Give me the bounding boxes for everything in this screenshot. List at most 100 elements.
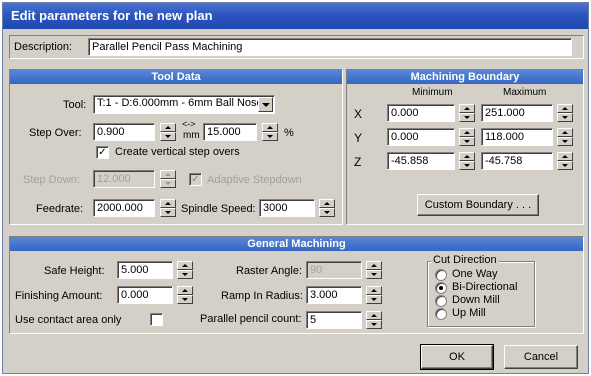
boundary-x-min-input[interactable]: 0.000 [387, 104, 455, 122]
spin-up-icon[interactable] [366, 261, 382, 270]
minimum-column-label: Minimum [412, 87, 453, 98]
step-over-percent-input[interactable]: 15.000 [203, 123, 257, 141]
cut-up-mill-radio[interactable] [435, 308, 447, 320]
boundary-z-min-spinner[interactable] [459, 152, 475, 170]
spin-down-icon[interactable] [557, 113, 573, 122]
finishing-amount-spinner[interactable] [177, 286, 193, 304]
cut-one-way-radio[interactable] [435, 269, 447, 281]
spin-up-icon[interactable] [177, 286, 193, 295]
safe-height-input[interactable]: 5.000 [117, 261, 173, 279]
feedrate-spinner[interactable] [160, 199, 176, 217]
safe-height-spinner[interactable] [177, 261, 193, 279]
raster-angle-label: Raster Angle: [236, 265, 303, 277]
boundary-x-max-input[interactable]: 251.000 [481, 104, 553, 122]
boundary-y-min-spinner[interactable] [459, 128, 475, 146]
spin-up-icon[interactable] [459, 152, 475, 161]
spin-down-icon[interactable] [557, 137, 573, 146]
raster-angle-input[interactable]: 90 [306, 261, 362, 279]
ok-button[interactable]: OK [420, 344, 494, 370]
spin-down-icon[interactable] [366, 270, 382, 279]
boundary-y-max-spinner[interactable] [557, 128, 573, 146]
cut-direction-title: Cut Direction [431, 254, 499, 266]
cut-bi-directional-label: Bi-Directional [452, 281, 518, 293]
cancel-button[interactable]: Cancel [504, 345, 578, 369]
mm-unit-label: mm [183, 130, 200, 141]
spin-up-icon[interactable] [459, 128, 475, 137]
spin-down-icon[interactable] [459, 113, 475, 122]
spin-down-icon[interactable] [160, 179, 176, 188]
step-over-spinner[interactable] [160, 123, 176, 141]
parallel-pencil-count-spinner[interactable] [366, 311, 382, 329]
spin-up-icon[interactable] [160, 170, 176, 179]
finishing-amount-label: Finishing Amount: [15, 290, 103, 302]
cut-bi-directional-radio[interactable] [435, 282, 447, 294]
chevron-down-icon[interactable] [258, 97, 273, 112]
maximum-column-label: Maximum [503, 87, 547, 98]
tool-select-value: T:1 - D:6.000mm - 6mm Ball Nose [97, 97, 263, 109]
spin-down-icon[interactable] [459, 137, 475, 146]
boundary-z-max-input[interactable]: -45.758 [481, 152, 553, 170]
contact-area-label: Use contact area only [15, 314, 122, 326]
boundary-y-max-input[interactable]: 118.000 [481, 128, 553, 146]
spin-up-icon[interactable] [160, 199, 176, 208]
spin-down-icon[interactable] [459, 161, 475, 170]
spin-up-icon[interactable] [262, 123, 278, 132]
spin-down-icon[interactable] [177, 295, 193, 304]
spin-up-icon[interactable] [459, 104, 475, 113]
description-label: Description: [14, 41, 73, 53]
ramp-in-radius-label: Ramp In Radius: [221, 290, 303, 302]
spin-up-icon[interactable] [366, 286, 382, 295]
spindle-speed-input[interactable]: 3000 [259, 199, 315, 217]
spindle-speed-label: Spindle Speed: [181, 203, 256, 215]
spin-down-icon[interactable] [319, 208, 335, 217]
mm-arrows-icon: <-> [182, 119, 196, 129]
description-input[interactable]: Parallel Pencil Pass Machining [88, 38, 572, 56]
boundary-z-max-spinner[interactable] [557, 152, 573, 170]
step-over-percent-spinner[interactable] [262, 123, 278, 141]
step-over-input[interactable]: 0.900 [93, 123, 155, 141]
finishing-amount-input[interactable]: 0.000 [117, 286, 173, 304]
title-bar: Edit parameters for the new plan [3, 3, 588, 29]
ramp-in-radius-spinner[interactable] [366, 286, 382, 304]
spin-down-icon[interactable] [160, 132, 176, 141]
step-down-input[interactable]: 12.000 [93, 170, 155, 188]
boundary-x-min-spinner[interactable] [459, 104, 475, 122]
spin-down-icon[interactable] [557, 161, 573, 170]
machining-boundary-header: Machining Boundary [347, 70, 583, 84]
boundary-z-min-input[interactable]: -45.858 [387, 152, 455, 170]
custom-boundary-button[interactable]: Custom Boundary . . . [417, 194, 539, 216]
spin-up-icon[interactable] [160, 123, 176, 132]
vertical-step-label: Create vertical step overs [115, 146, 240, 158]
ramp-in-radius-input[interactable]: 3.000 [306, 286, 362, 304]
spindle-speed-spinner[interactable] [319, 199, 335, 217]
vertical-step-checkbox[interactable]: ✓ [96, 146, 109, 159]
adaptive-stepdown-checkbox[interactable]: ✓ [189, 173, 202, 186]
spin-up-icon[interactable] [319, 199, 335, 208]
spin-down-icon[interactable] [366, 295, 382, 304]
dialog-window: Edit parameters for the new plan Descrip… [2, 2, 589, 374]
cut-down-mill-label: Down Mill [452, 294, 500, 306]
parallel-pencil-count-input[interactable]: 5 [306, 311, 362, 329]
spin-down-icon[interactable] [177, 270, 193, 279]
boundary-y-label: Y [354, 131, 363, 145]
spin-down-icon[interactable] [262, 132, 278, 141]
spin-up-icon[interactable] [366, 311, 382, 320]
step-over-label: Step Over: [29, 127, 82, 139]
step-down-label: Step Down: [23, 174, 80, 186]
spin-down-icon[interactable] [160, 208, 176, 217]
spin-up-icon[interactable] [177, 261, 193, 270]
boundary-x-max-spinner[interactable] [557, 104, 573, 122]
spin-up-icon[interactable] [557, 104, 573, 113]
spin-up-icon[interactable] [557, 128, 573, 137]
step-down-spinner[interactable] [160, 170, 176, 188]
feedrate-input[interactable]: 2000.000 [93, 199, 155, 217]
spin-down-icon[interactable] [366, 320, 382, 329]
spin-up-icon[interactable] [557, 152, 573, 161]
boundary-y-min-input[interactable]: 0.000 [387, 128, 455, 146]
raster-angle-spinner[interactable] [366, 261, 382, 279]
tool-label: Tool: [63, 99, 87, 111]
feedrate-label: Feedrate: [36, 203, 84, 215]
contact-area-checkbox[interactable] [150, 313, 163, 326]
tool-select[interactable]: T:1 - D:6.000mm - 6mm Ball Nose [93, 95, 275, 114]
cut-down-mill-radio[interactable] [435, 295, 447, 307]
